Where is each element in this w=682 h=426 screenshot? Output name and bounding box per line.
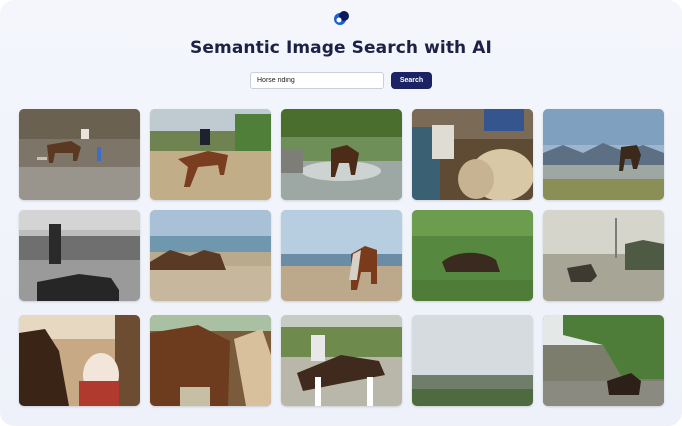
- photo-icon: [19, 210, 140, 301]
- search-button[interactable]: Search: [391, 72, 432, 89]
- photo-icon: [543, 315, 664, 406]
- photo-icon: [412, 315, 533, 406]
- page-title: Semantic Image Search with AI: [190, 38, 492, 58]
- photo-icon: [281, 315, 402, 406]
- result-image[interactable]: [543, 210, 664, 301]
- result-image[interactable]: [412, 109, 533, 200]
- result-image[interactable]: [150, 109, 271, 200]
- search-input[interactable]: [250, 72, 384, 89]
- photo-icon: [412, 109, 533, 200]
- result-image[interactable]: [19, 210, 140, 301]
- photo-icon: [281, 210, 402, 301]
- result-image[interactable]: [150, 210, 271, 301]
- photo-icon: [19, 315, 140, 406]
- result-image[interactable]: [150, 315, 271, 406]
- result-image[interactable]: [19, 315, 140, 406]
- photo-icon: [19, 109, 140, 200]
- result-image[interactable]: [19, 109, 140, 200]
- result-image[interactable]: [543, 315, 664, 406]
- result-image[interactable]: [412, 315, 533, 406]
- photo-icon: [150, 210, 271, 301]
- photo-icon: [150, 315, 271, 406]
- result-image[interactable]: [412, 210, 533, 301]
- photo-icon: [281, 109, 402, 200]
- result-image[interactable]: [543, 109, 664, 200]
- app-window: Semantic Image Search with AI Search: [0, 0, 682, 426]
- photo-icon: [412, 210, 533, 301]
- photo-icon: [150, 109, 271, 200]
- result-image[interactable]: [281, 109, 402, 200]
- logo-icon: [334, 11, 349, 25]
- result-image[interactable]: [281, 315, 402, 406]
- result-image[interactable]: [281, 210, 402, 301]
- photo-icon: [543, 109, 664, 200]
- photo-icon: [543, 210, 664, 301]
